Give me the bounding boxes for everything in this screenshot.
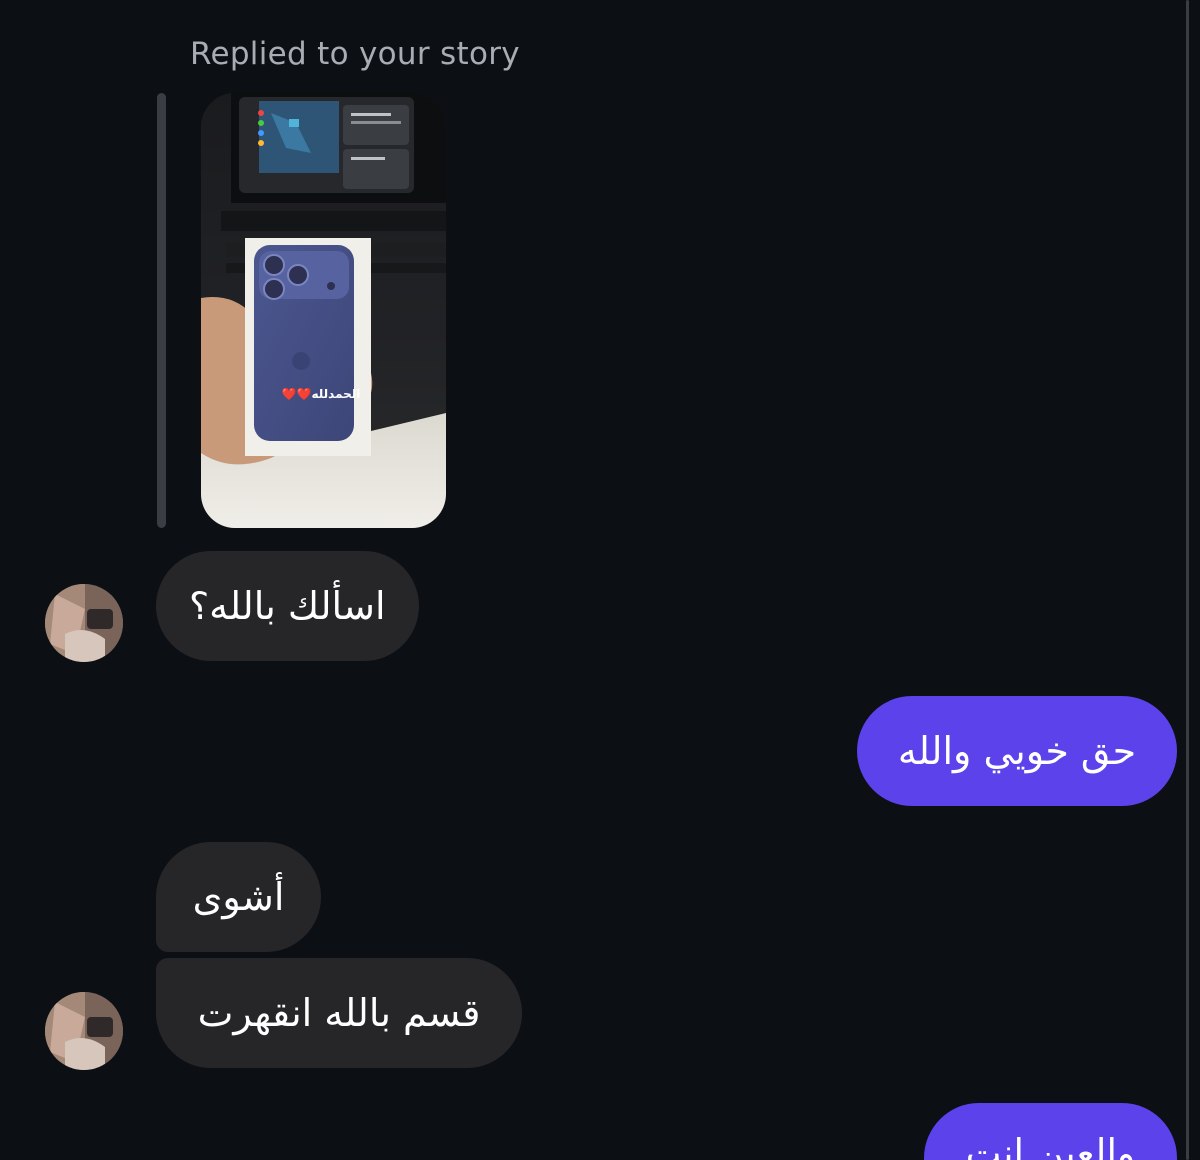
story-sticker-text: الحمدلله❤️❤️ bbox=[282, 387, 361, 401]
contact-avatar[interactable] bbox=[45, 584, 123, 662]
outgoing-message[interactable]: حق خويي والله bbox=[857, 696, 1177, 806]
outgoing-message[interactable]: والعين انت bbox=[924, 1103, 1177, 1160]
story-image: الحمدلله❤️❤️ bbox=[201, 93, 446, 528]
reply-caption: Replied to your story bbox=[190, 36, 520, 72]
incoming-message[interactable]: قسم بالله انقهرت bbox=[156, 958, 522, 1068]
chat-thread[interactable]: Replied to your story الحمدلله❤️❤️ اسألك… bbox=[0, 0, 1200, 1160]
avatar-image bbox=[45, 584, 123, 662]
reply-indicator-bar bbox=[157, 93, 166, 528]
story-thumbnail[interactable]: الحمدلله❤️❤️ bbox=[201, 93, 446, 528]
incoming-message[interactable]: أشوى bbox=[156, 842, 321, 952]
incoming-message[interactable]: اسألك بالله؟ bbox=[156, 551, 419, 661]
avatar-image bbox=[45, 992, 123, 1070]
contact-avatar[interactable] bbox=[45, 992, 123, 1070]
scrollbar[interactable] bbox=[1186, 0, 1189, 1160]
